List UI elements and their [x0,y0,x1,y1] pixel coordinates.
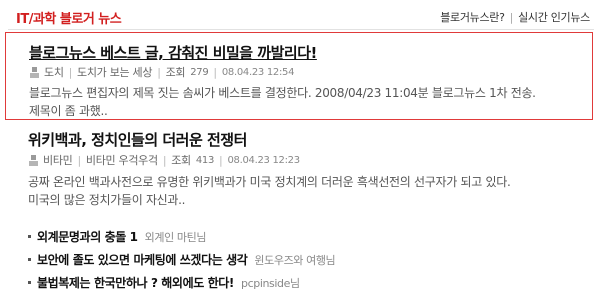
list-item-title[interactable]: 불법복제는 한국만하나 ? 해외에도 한다! [37,274,234,291]
meta-separator: | [162,153,167,167]
summary-line: 미국의 많은 정치가들이 자신과.. [28,193,186,207]
list-item: 외계문명과의 충돌 1 외계인 마틴님 [28,225,588,248]
list-item-title[interactable]: 보안에 졸도 있으면 마케팅에 쓰겠다는 생각 [37,251,248,268]
header-links: 블로거뉴스란? | 실시간 인기뉴스 [440,9,590,25]
meta-separator: | [77,153,81,167]
link-blog-news[interactable]: 블로거뉴스란? [440,11,505,24]
header-divider [8,29,594,30]
bullet-icon [28,235,31,238]
views-count: 279 [190,66,209,78]
list-item-author[interactable]: 외계인 마틴님 [145,229,207,245]
post-blog-name[interactable]: 도치가 보는 세상 [77,64,152,80]
user-icon [29,66,40,78]
post-summary[interactable]: 블로그뉴스 편집자의 제목 짓는 솜씨가 베스트를 결정한다. 2008/04/… [29,84,589,120]
headline-list: 외계문명과의 충돌 1 외계인 마틴님 보안에 졸도 있으면 마케팅에 쓰겠다는… [28,225,588,294]
link-popular-news[interactable]: 실시간 인기뉴스 [518,11,590,24]
summary-line: 블로그뉴스 편집자의 제목 짓는 솜씨가 베스트를 결정한다. 2008/04/… [29,86,536,100]
views-count: 413 [195,154,215,166]
summary-line: 공짜 온라인 백과사전으로 유명한 위키백과가 미국 정치계의 더러운 흑색선전… [28,175,511,189]
post-summary[interactable]: 공짜 온라인 백과사전으로 유명한 위키백과가 미국 정치계의 더러운 흑색선전… [28,173,588,209]
link-separator: | [509,11,514,24]
views-label: 조회 [165,66,186,79]
post-meta: 비타민 | 비타민 우걱우걱 | 조회 413 | 08.04.23 12:23 [28,152,300,168]
featured-post: 블로그뉴스 베스트 글, 감춰진 비밀을 까발리다! 도치 | 도치가 보는 세… [5,32,593,120]
widget-header: IT/과학 블로거 뉴스 블로거뉴스란? | 실시간 인기뉴스 [0,0,602,30]
list-item: 불법복제는 한국만하나 ? 해외에도 한다! pcpinside님 [28,271,588,294]
section-title[interactable]: IT/과학 블로거 뉴스 [16,8,122,27]
post-date: 08.04.23 12:23 [227,154,300,166]
post-title[interactable]: 위키백과, 정치인들의 더러운 전쟁터 [28,129,247,150]
meta-separator: | [68,65,73,79]
user-icon [28,154,39,166]
list-item-author[interactable]: 윈도우즈와 여행님 [254,252,335,268]
bullet-icon [28,258,31,261]
post-title[interactable]: 블로그뉴스 베스트 글, 감춰진 비밀을 까발리다! [29,42,317,63]
meta-separator: | [213,65,217,79]
meta-separator: | [157,65,161,79]
summary-line: 제목이 좀 과했.. [29,104,108,118]
list-item: 보안에 졸도 있으면 마케팅에 쓰겠다는 생각 윈도우즈와 여행님 [28,248,588,271]
post-blog-name[interactable]: 비타민 우걱우걱 [86,152,158,168]
post-author[interactable]: 도치 [44,64,64,80]
list-item-title[interactable]: 외계문명과의 충돌 1 [37,228,138,245]
bullet-icon [28,281,31,284]
list-item-author[interactable]: pcpinside님 [241,275,300,291]
meta-separator: | [219,153,223,167]
news-post: 위키백과, 정치인들의 더러운 전쟁터 비타민 | 비타민 우걱우걱 | 조회 … [5,122,593,216]
post-meta: 도치 | 도치가 보는 세상 | 조회 279 | 08.04.23 12:54 [29,64,294,80]
post-date: 08.04.23 12:54 [221,66,295,78]
post-author[interactable]: 비타민 [43,152,73,168]
views-label: 조회 [171,154,191,167]
